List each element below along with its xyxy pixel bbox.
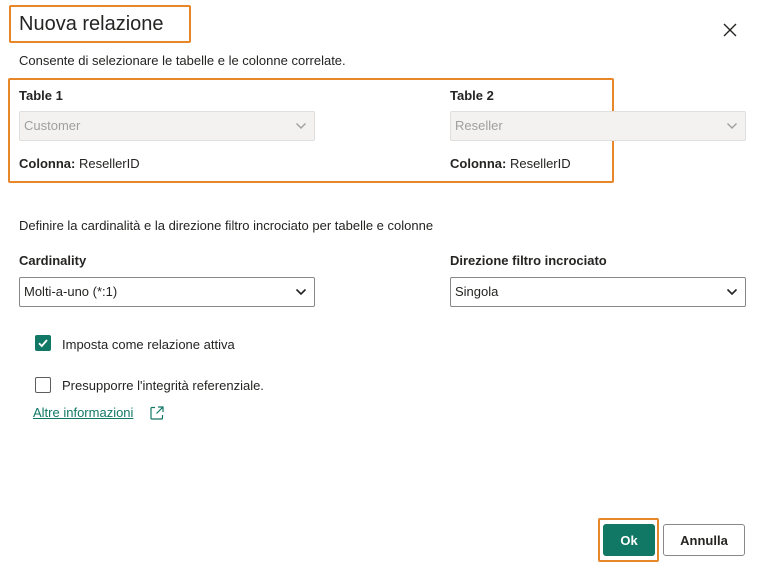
table2-column: Colonna: ResellerID <box>450 156 571 171</box>
table1-column-label: Colonna: <box>19 156 76 171</box>
table1-select: Customer <box>19 111 315 141</box>
table1-column-value: ResellerID <box>78 156 140 171</box>
crossfilter-label: Direzione filtro incrociato <box>450 253 607 268</box>
external-link-icon <box>150 406 164 420</box>
table1-value: Customer <box>24 118 81 133</box>
referential-integrity-label: Presupporre l'integrità referenziale. <box>62 378 264 393</box>
table1-label: Table 1 <box>19 88 63 103</box>
chevron-down-icon <box>726 288 738 296</box>
table1-column: Colonna: ResellerID <box>19 156 140 171</box>
close-icon <box>723 23 737 37</box>
learn-more-label: Altre informazioni <box>33 405 134 420</box>
cardinality-description: Definire la cardinalità e la direzione f… <box>19 218 434 233</box>
dialog-subtitle: Consente di selezionare le tabelle e le … <box>19 53 346 68</box>
cardinality-value: Molti-a-uno (*:1) <box>24 284 118 299</box>
cancel-button[interactable]: Annulla <box>663 524 745 556</box>
dialog-title: Nuova relazione <box>19 13 164 35</box>
cardinality-label: Cardinality <box>19 253 87 268</box>
crossfilter-select[interactable]: Singola <box>450 277 746 307</box>
checkmark-icon <box>38 339 48 348</box>
chevron-down-icon <box>296 123 306 129</box>
chevron-down-icon <box>295 288 307 296</box>
table2-column-value: ResellerID <box>509 156 571 171</box>
close-button[interactable] <box>718 18 742 42</box>
table2-select: Reseller <box>450 111 746 141</box>
ok-button[interactable]: Ok <box>603 524 655 556</box>
cardinality-select[interactable]: Molti-a-uno (*:1) <box>19 277 315 307</box>
learn-more-link[interactable]: Altre informazioni <box>33 405 133 420</box>
table2-label: Table 2 <box>450 88 494 103</box>
active-relationship-label: Imposta come relazione attiva <box>62 337 235 352</box>
table2-value: Reseller <box>455 118 503 133</box>
active-relationship-checkbox[interactable] <box>35 335 51 351</box>
table2-column-label: Colonna: <box>450 156 507 171</box>
referential-integrity-checkbox[interactable] <box>35 377 51 393</box>
crossfilter-value: Singola <box>455 284 499 299</box>
chevron-down-icon <box>727 123 737 129</box>
